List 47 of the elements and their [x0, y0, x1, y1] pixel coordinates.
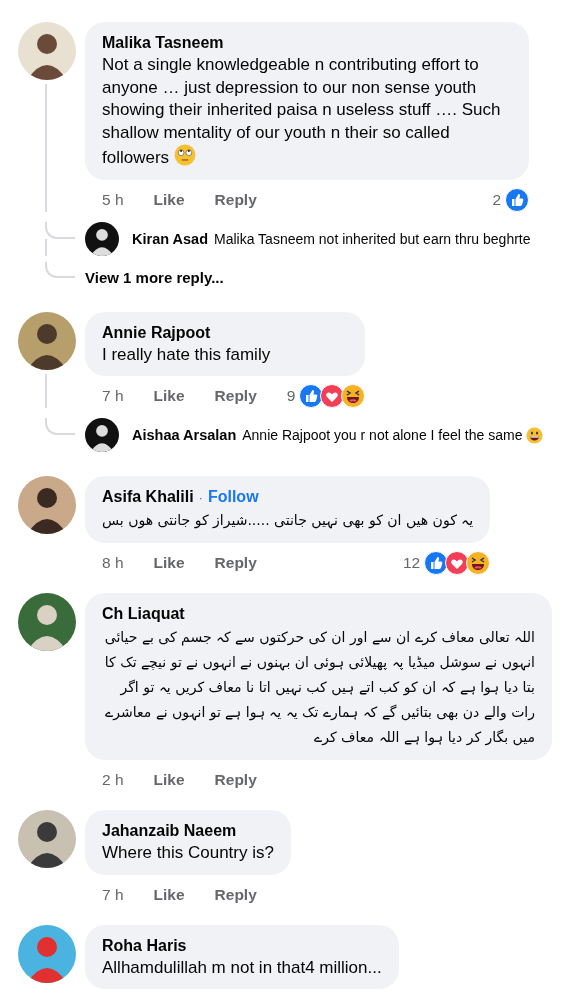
author-name[interactable]: Asifa Khalili [102, 486, 194, 508]
avatar[interactable] [18, 810, 76, 868]
like-link[interactable]: Like [153, 771, 185, 789]
reaction-count: 12 [402, 554, 421, 572]
author-name[interactable]: Jahanzaib Naeem [102, 820, 237, 842]
follow-link[interactable]: Follow [207, 488, 259, 506]
avatar[interactable] [85, 221, 119, 256]
comment-text: یہ کون ھیں ان کو بھی نہیں جانتی .....شیراز کو جانتی ھوں بس [102, 511, 474, 531]
like-link[interactable]: Like [153, 554, 185, 572]
reply-link[interactable]: Reply [214, 387, 257, 405]
view-more-replies-link[interactable]: View 1 more reply... [85, 269, 224, 286]
like-link[interactable]: Like [153, 885, 185, 904]
comment-text: Where this Country is? [102, 842, 274, 864]
author-name[interactable]: Ch Liaquat [102, 603, 185, 625]
avatar[interactable] [85, 418, 119, 452]
timestamp: 7 h [102, 387, 124, 405]
comment-text: I really hate this family [102, 343, 272, 366]
thread-line [45, 373, 47, 408]
reply-link[interactable]: Reply [214, 190, 257, 209]
separator-dot: · [198, 490, 203, 505]
reply-link[interactable]: Reply [214, 554, 257, 572]
comment-text: Allhamdulillah m not in that4 million... [102, 956, 382, 979]
timestamp: 2 h [102, 771, 124, 789]
avatar[interactable] [18, 311, 76, 370]
like-link[interactable]: Like [153, 387, 185, 405]
avatar[interactable] [18, 593, 76, 651]
author-name[interactable]: Annie Rajpoot [102, 321, 211, 344]
reply-link[interactable]: Reply [214, 885, 257, 904]
reply-link[interactable]: Reply [214, 771, 257, 789]
reply-text: Malika Tasneem not inherited but earn thru beghrte [214, 230, 531, 247]
comment-text: Not a single knowledgeable n contributing effort to anyone … just depression to our non sense youth showing their inherited paisa n useless stuff …. Such shallow mentality of our youth n their so called followers [102, 54, 502, 169]
avatar[interactable] [18, 476, 76, 534]
thread-connector [45, 418, 75, 435]
timestamp: 8 h [102, 554, 124, 572]
author-name[interactable]: Kiran Asad [132, 230, 208, 247]
author-name[interactable]: Roha Haris [102, 934, 187, 957]
timestamp: 5 h [102, 190, 124, 209]
thread-connector [45, 221, 75, 239]
timestamp: 7 h [102, 885, 124, 904]
author-name[interactable]: Malika Tasneem [102, 32, 224, 54]
author-name[interactable]: Aishaa Arsalan [132, 427, 237, 443]
reaction-count: 2 [492, 190, 501, 209]
like-link[interactable]: Like [153, 190, 185, 209]
comment-text: اللہ تعالی معاف کرے ان سے اور ان کی حرکتوں سے کہ جسم کی بے حیائی انہوں نے سوشل میڈیا پہ پھیلائی ہوئی ان بہنوں نے انہوں نے تو نیچے تک کا بتا دیا ہوا ہے کہ ان کو کب اتے ہیں کب نہیں اتا نا معاف کریں یہ تو اگر رات والے دن بھی بتائیں گے کہ ہمارے تک یہ یہ ہوا ہے تو انہوں نے معاشرے میں بگار کر دیا ہوا ہے اللہ معاف کرے [103, 628, 535, 748]
reply-text: Annie Rajpoot you r not alone I feel the same [242, 426, 544, 444]
reaction-count: 9 [286, 387, 296, 405]
thread-connector [45, 261, 75, 278]
